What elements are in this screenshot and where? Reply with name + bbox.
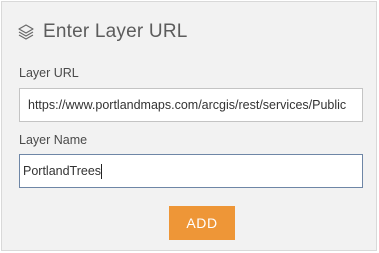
layer-url-input[interactable]: https://www.portlandmaps.com/arcgis/rest… [19,88,363,122]
layer-name-input[interactable]: PortlandTrees [19,154,363,188]
layer-name-label: Layer Name [19,133,88,147]
layer-url-label: Layer URL [19,66,79,80]
add-layer-panel: Enter Layer URL Layer URL https://www.po… [1,1,377,251]
text-caret [101,164,103,180]
layer-name-value: PortlandTrees [23,164,102,178]
add-button[interactable]: ADD [169,206,235,240]
panel-title: Enter Layer URL [43,21,188,42]
layers-icon [17,23,35,41]
panel-header: Enter Layer URL [17,19,188,45]
layer-url-value: https://www.portlandmaps.com/arcgis/rest… [28,98,347,112]
